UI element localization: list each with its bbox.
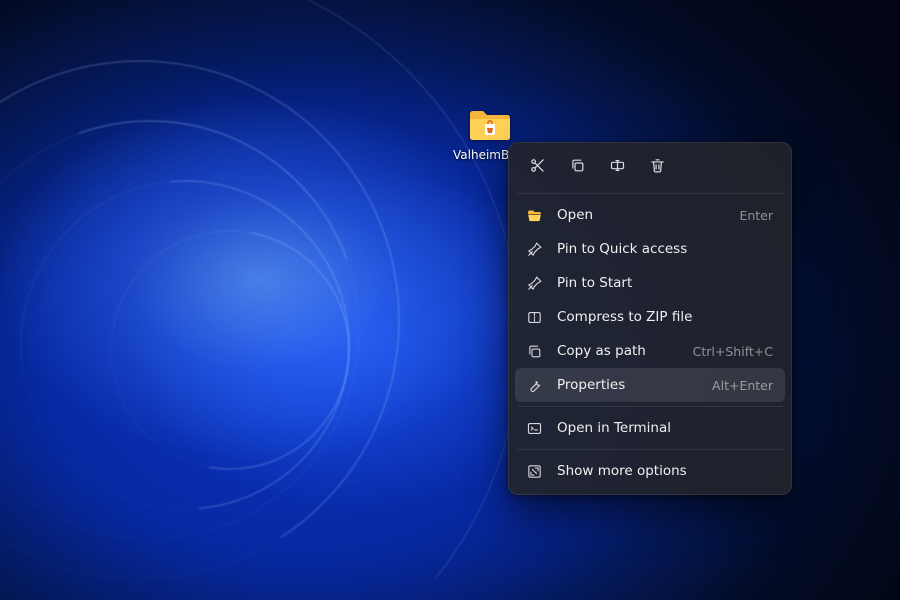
wrench-icon [525, 376, 543, 394]
copy-icon [569, 157, 586, 178]
expand-icon [525, 462, 543, 480]
rename-icon [609, 157, 626, 178]
menu-item-accel: Alt+Enter [712, 378, 773, 393]
trash-icon [649, 157, 666, 178]
pin-icon [525, 240, 543, 258]
copy-button[interactable] [559, 151, 595, 183]
cut-button[interactable] [519, 151, 555, 183]
terminal-icon [525, 419, 543, 437]
menu-item-pin-quick[interactable]: Pin to Quick access [515, 232, 785, 266]
separator [517, 193, 783, 194]
menu-item-open-terminal[interactable]: Open in Terminal [515, 411, 785, 445]
rename-button[interactable] [599, 151, 635, 183]
menu-item-label: Compress to ZIP file [557, 309, 773, 325]
scissors-icon [529, 157, 546, 178]
menu-item-pin-start[interactable]: Pin to Start [515, 266, 785, 300]
context-menu: Open Enter Pin to Quick access Pin to St… [508, 142, 792, 495]
menu-item-label: Properties [557, 377, 698, 393]
pin-icon [525, 274, 543, 292]
menu-item-label: Pin to Quick access [557, 241, 773, 257]
menu-item-label: Open [557, 207, 725, 223]
menu-item-accel: Enter [739, 208, 773, 223]
menu-item-show-more[interactable]: Show more options [515, 454, 785, 488]
menu-item-properties[interactable]: Properties Alt+Enter [515, 368, 785, 402]
menu-item-compress-zip[interactable]: Compress to ZIP file [515, 300, 785, 334]
separator [517, 449, 783, 450]
copy-path-icon [525, 342, 543, 360]
zip-icon [525, 308, 543, 326]
menu-item-copy-path[interactable]: Copy as path Ctrl+Shift+C [515, 334, 785, 368]
delete-button[interactable] [639, 151, 675, 183]
context-menu-icon-row [515, 149, 785, 189]
menu-item-accel: Ctrl+Shift+C [693, 344, 773, 359]
menu-item-label: Show more options [557, 463, 773, 479]
menu-item-label: Open in Terminal [557, 420, 773, 436]
menu-item-label: Pin to Start [557, 275, 773, 291]
menu-item-label: Copy as path [557, 343, 679, 359]
folder-icon [468, 106, 512, 144]
menu-item-open[interactable]: Open Enter [515, 198, 785, 232]
separator [517, 406, 783, 407]
folder-open-icon [525, 206, 543, 224]
